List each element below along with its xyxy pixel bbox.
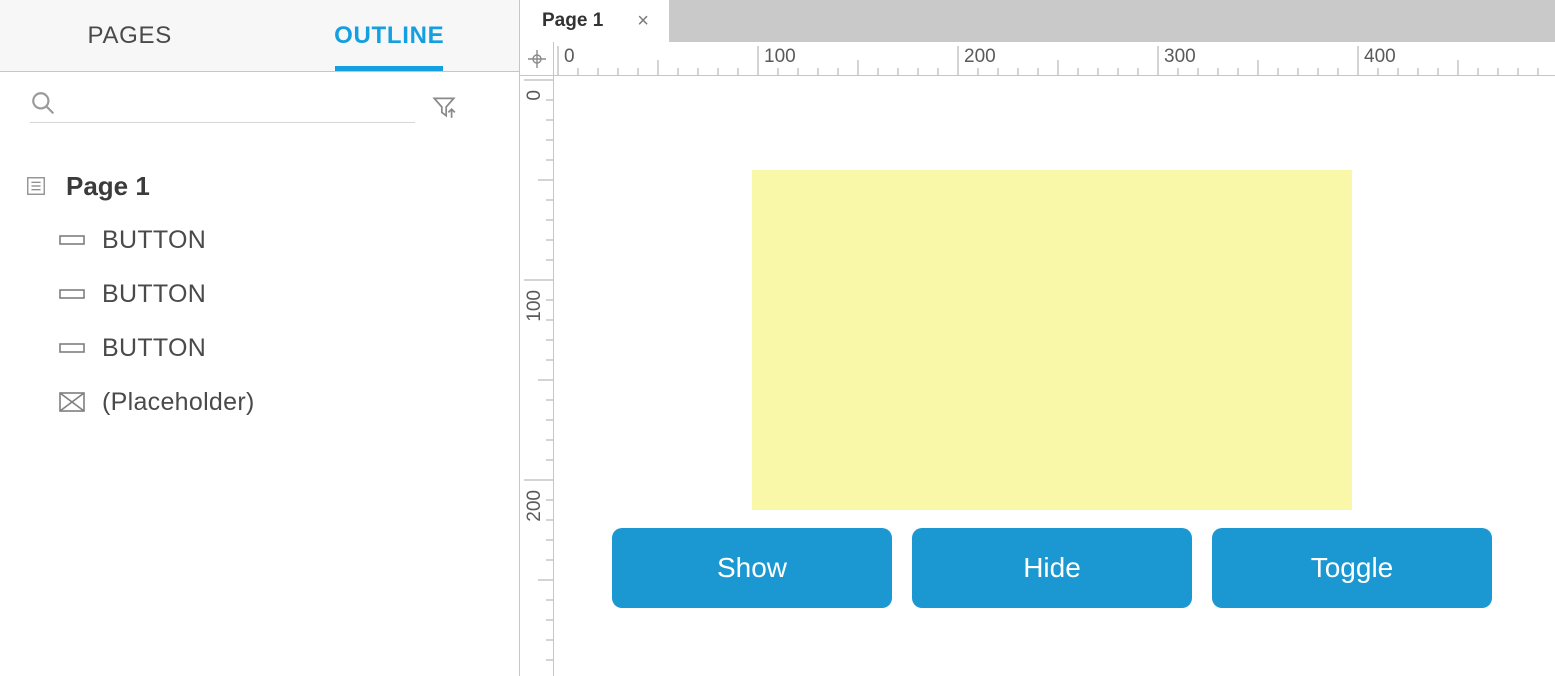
outline-tree: Page 1 BUTTON BUTTON <box>0 155 519 429</box>
svg-text:200: 200 <box>964 46 996 67</box>
svg-text:200: 200 <box>524 490 545 522</box>
button-widget-icon <box>58 283 86 305</box>
tree-item-label: BUTTON <box>102 226 206 255</box>
tab-outline-label: OUTLINE <box>334 22 444 50</box>
tab-outline[interactable]: OUTLINE <box>260 0 520 71</box>
tree-item-label: (Placeholder) <box>102 388 255 417</box>
design-canvas[interactable]: Show Hide Toggle <box>554 76 1555 676</box>
search-input[interactable] <box>56 92 415 115</box>
tree-item-button-2[interactable]: BUTTON <box>22 321 519 375</box>
document-tabstrip: Page 1 × <box>520 0 1555 42</box>
main-area: Page 1 × 0 100 200 300 400 0 100 200 <box>520 0 1555 676</box>
tab-pages[interactable]: PAGES <box>0 0 260 71</box>
tree-item-label: BUTTON <box>102 334 206 363</box>
tree-item-placeholder[interactable]: (Placeholder) <box>22 375 519 429</box>
tree-item-label: BUTTON <box>102 280 206 309</box>
close-tab-button[interactable]: × <box>633 10 653 33</box>
placeholder-widget-icon <box>58 391 86 413</box>
button-widget-icon <box>58 229 86 251</box>
tree-page-row[interactable]: Page 1 <box>22 159 519 213</box>
svg-text:0: 0 <box>524 90 545 101</box>
tree-item-button-0[interactable]: BUTTON <box>22 213 519 267</box>
svg-text:0: 0 <box>564 46 575 67</box>
document-tab-label: Page 1 <box>542 10 603 32</box>
sidebar-tabstrip: PAGES OUTLINE <box>0 0 519 72</box>
show-button-label: Show <box>717 552 787 584</box>
filter-icon <box>431 94 457 120</box>
horizontal-ruler[interactable]: 0 100 200 300 400 <box>554 42 1555 75</box>
toggle-button[interactable]: Toggle <box>1212 528 1492 608</box>
svg-text:300: 300 <box>1164 46 1196 67</box>
vertical-ruler[interactable]: 0 100 200 <box>520 76 554 676</box>
show-button[interactable]: Show <box>612 528 892 608</box>
tab-pages-label: PAGES <box>88 22 172 50</box>
placeholder-widget[interactable] <box>752 170 1352 510</box>
search-icon <box>30 90 56 116</box>
document-tab[interactable]: Page 1 × <box>520 0 670 42</box>
hide-button[interactable]: Hide <box>912 528 1192 608</box>
search-row <box>0 72 489 137</box>
left-sidebar: PAGES OUTLINE <box>0 0 520 676</box>
svg-text:400: 400 <box>1364 46 1396 67</box>
toggle-button-label: Toggle <box>1311 552 1394 584</box>
svg-text:100: 100 <box>524 290 545 322</box>
svg-text:100: 100 <box>764 46 796 67</box>
tree-page-label: Page 1 <box>66 171 150 202</box>
app-root: PAGES OUTLINE <box>0 0 1555 676</box>
ruler-row: 0 100 200 300 400 <box>520 42 1555 76</box>
origin-icon <box>528 50 546 68</box>
search-wrap <box>30 90 415 123</box>
canvas-row: 0 100 200 Show Hide Toggle <box>520 76 1555 676</box>
filter-button[interactable] <box>429 92 459 122</box>
page-icon <box>22 175 50 197</box>
tree-item-button-1[interactable]: BUTTON <box>22 267 519 321</box>
hide-button-label: Hide <box>1023 552 1081 584</box>
ruler-origin-button[interactable] <box>520 42 554 75</box>
button-widget-icon <box>58 337 86 359</box>
